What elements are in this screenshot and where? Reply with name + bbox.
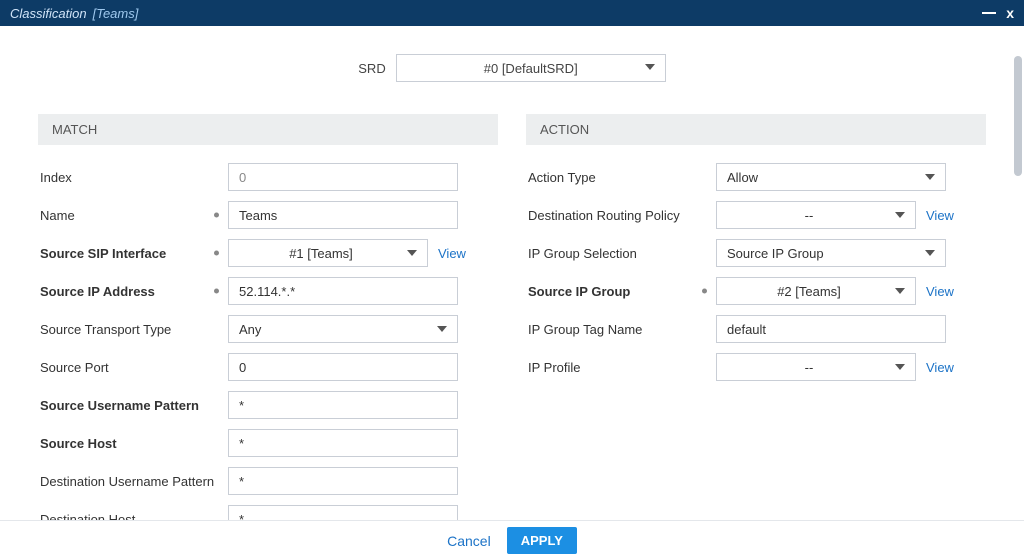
- ip-profile-value: --: [805, 360, 814, 375]
- src-ip-input[interactable]: [228, 277, 458, 305]
- view-link[interactable]: View: [926, 284, 954, 299]
- chevron-down-icon: [895, 364, 905, 370]
- ip-group-sel-label: IP Group Selection: [526, 246, 716, 261]
- ip-profile-label: IP Profile: [526, 360, 716, 375]
- cancel-button[interactable]: Cancel: [447, 533, 491, 549]
- index-label: Index: [38, 170, 228, 185]
- src-transport-select[interactable]: Any: [228, 315, 458, 343]
- dst-routing-label: Destination Routing Policy: [526, 208, 716, 223]
- dst-user-pat-label: Destination Username Pattern: [38, 474, 228, 489]
- src-host-label: Source Host: [38, 436, 228, 451]
- scrollbar[interactable]: [1014, 56, 1022, 176]
- chevron-down-icon: [437, 326, 447, 332]
- title-bar: Classification [Teams] x: [0, 0, 1024, 26]
- src-host-input[interactable]: [228, 429, 458, 457]
- src-port-label: Source Port: [38, 360, 228, 375]
- ip-group-sel-value: Source IP Group: [727, 246, 824, 261]
- src-sip-if-label: Source SIP Interface: [38, 246, 228, 261]
- ip-group-tag-input[interactable]: [716, 315, 946, 343]
- src-port-input[interactable]: [228, 353, 458, 381]
- src-ip-group-value: #2 [Teams]: [777, 284, 841, 299]
- close-icon[interactable]: x: [1006, 5, 1014, 21]
- action-type-label: Action Type: [526, 170, 716, 185]
- name-input[interactable]: [228, 201, 458, 229]
- chevron-down-icon: [925, 250, 935, 256]
- dst-user-pat-input[interactable]: [228, 467, 458, 495]
- chevron-down-icon: [925, 174, 935, 180]
- match-column: MATCH Index Name Source SIP Interface: [38, 114, 498, 520]
- src-ip-group-select[interactable]: #2 [Teams]: [716, 277, 916, 305]
- src-user-pat-label: Source Username Pattern: [38, 398, 228, 413]
- minimize-icon[interactable]: [982, 12, 996, 14]
- ip-profile-select[interactable]: --: [716, 353, 916, 381]
- dirty-indicator-icon: [214, 251, 219, 256]
- index-input[interactable]: [228, 163, 458, 191]
- dirty-indicator-icon: [214, 213, 219, 218]
- dirty-indicator-icon: [702, 289, 707, 294]
- chevron-down-icon: [895, 212, 905, 218]
- chevron-down-icon: [645, 64, 655, 70]
- view-link[interactable]: View: [926, 360, 954, 375]
- window-subtitle: [Teams]: [93, 6, 139, 21]
- srd-select[interactable]: #0 [DefaultSRD]: [396, 54, 666, 82]
- window-title: Classification: [10, 6, 87, 21]
- action-type-value: Allow: [727, 170, 758, 185]
- chevron-down-icon: [895, 288, 905, 294]
- dst-routing-select[interactable]: --: [716, 201, 916, 229]
- srd-value: #0 [DefaultSRD]: [484, 61, 578, 76]
- dialog-footer: Cancel APPLY: [0, 520, 1024, 560]
- ip-group-sel-select[interactable]: Source IP Group: [716, 239, 946, 267]
- dst-routing-value: --: [805, 208, 814, 223]
- match-section-header: MATCH: [38, 114, 498, 145]
- src-user-pat-input[interactable]: [228, 391, 458, 419]
- src-sip-if-value: #1 [Teams]: [289, 246, 353, 261]
- src-transport-label: Source Transport Type: [38, 322, 228, 337]
- dst-host-input[interactable]: [228, 505, 458, 520]
- chevron-down-icon: [407, 250, 417, 256]
- action-section-header: ACTION: [526, 114, 986, 145]
- dst-host-label: Destination Host: [38, 512, 228, 521]
- dialog-content: SRD #0 [DefaultSRD] MATCH Index Name: [0, 26, 1024, 520]
- apply-button[interactable]: APPLY: [507, 527, 577, 554]
- dirty-indicator-icon: [214, 289, 219, 294]
- action-column: ACTION Action Type Allow Destination Rou…: [526, 114, 986, 520]
- srd-row: SRD #0 [DefaultSRD]: [20, 54, 1004, 82]
- action-type-select[interactable]: Allow: [716, 163, 946, 191]
- view-link[interactable]: View: [438, 246, 466, 261]
- src-ip-group-label: Source IP Group: [526, 284, 716, 299]
- src-sip-if-select[interactable]: #1 [Teams]: [228, 239, 428, 267]
- srd-label: SRD: [358, 61, 385, 76]
- name-label: Name: [38, 208, 228, 223]
- ip-group-tag-label: IP Group Tag Name: [526, 322, 716, 337]
- view-link[interactable]: View: [926, 208, 954, 223]
- src-transport-value: Any: [239, 322, 261, 337]
- src-ip-label: Source IP Address: [38, 284, 228, 299]
